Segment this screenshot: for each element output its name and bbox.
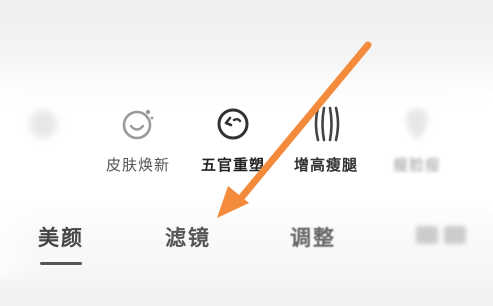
- arrow-head: [217, 186, 249, 218]
- tool-label: 增高瘦腿: [293, 156, 358, 174]
- top-fade: [0, 0, 493, 80]
- tab-more[interactable]: [412, 222, 472, 256]
- tab-active-indicator: [40, 262, 82, 265]
- height-legs-icon: [306, 104, 346, 144]
- tool-height-legs[interactable]: 增高瘦腿: [283, 104, 369, 184]
- tab-more-blurred-icon: [416, 226, 466, 244]
- faint-icon: [23, 104, 63, 144]
- tool-faint-left[interactable]: [0, 104, 86, 184]
- tool-label: 五官重塑: [200, 156, 265, 174]
- face-features-icon: [213, 104, 253, 144]
- tool-skin-refresh[interactable]: 皮肤焕新: [95, 104, 181, 184]
- skin-refresh-icon: [118, 104, 158, 144]
- slim-icon: [397, 104, 437, 144]
- screen: 皮肤焕新 五官重塑 增高瘦腿 瘦脸瘦 美颜 滤镜 调整: [0, 0, 493, 306]
- tool-face-reshape[interactable]: 五官重塑: [190, 104, 276, 184]
- tool-label: 皮肤焕新: [105, 156, 170, 174]
- tab-filter[interactable]: 滤镜: [165, 222, 211, 256]
- tab-adjust[interactable]: 调整: [290, 222, 336, 256]
- tool-slim[interactable]: 瘦脸瘦: [374, 104, 460, 184]
- tab-beauty[interactable]: 美颜: [38, 222, 84, 256]
- bottom-fade: [0, 266, 493, 306]
- tool-label: 瘦脸瘦: [392, 156, 441, 174]
